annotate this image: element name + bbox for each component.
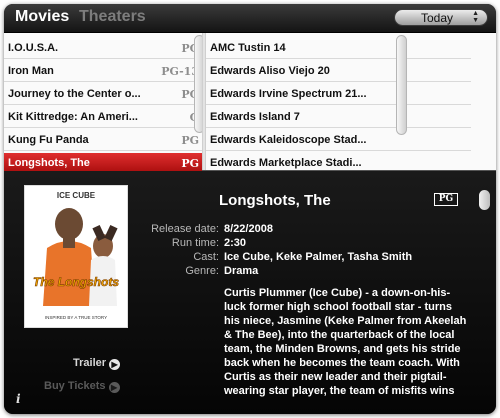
updown-arrows-icon: ▲ ▼	[472, 10, 479, 24]
theaters-tab[interactable]: Theaters	[79, 8, 146, 26]
cast-label: Cast:	[193, 251, 219, 263]
runtime-label: Run time:	[171, 237, 219, 249]
theater-name: AMC Tustin 14	[210, 42, 286, 54]
day-select-value: Today	[421, 11, 454, 25]
theater-list: AMC Tustin 14 Edwards Aliso Viejo 20 Edw…	[206, 33, 471, 174]
movie-synopsis: Curtis Plummer (Ice Cube) - a down-on-hi…	[224, 287, 467, 397]
poster-top-text: ICE CUBE	[57, 191, 96, 200]
movie-detail-panel: ICE CUBE The Longshots INSPIRED BY A TRU…	[4, 171, 496, 414]
poster-tagline: INSPIRED BY A TRUE STORY	[45, 315, 107, 320]
movie-title: Journey to the Center o...	[8, 88, 141, 100]
movie-row[interactable]: Kit Kittredge: An Ameri... G	[4, 107, 202, 128]
cast-value: Ice Cube, Keke Palmer, Tasha Smith	[224, 251, 413, 263]
movie-title: Longshots, The	[8, 157, 90, 169]
info-icon[interactable]: i	[16, 392, 21, 406]
movie-title: Kit Kittredge: An Ameri...	[8, 111, 138, 123]
theater-row[interactable]: Edwards Irvine Spectrum 21...	[206, 84, 471, 105]
theater-list-scrollbar[interactable]	[396, 35, 407, 135]
movie-list: I.O.U.S.A. PG Iron Man PG-13 Journey to …	[4, 33, 202, 174]
movie-row[interactable]: I.O.U.S.A. PG	[4, 38, 202, 59]
movies-tab[interactable]: Movies	[15, 8, 69, 26]
theater-row[interactable]: Edwards Kaleidoscope Stad...	[206, 130, 471, 151]
movie-row[interactable]: Kung Fu Panda PG	[4, 130, 202, 151]
theater-name: Edwards Island 7	[210, 111, 300, 123]
cast-row: Cast: Ice Cube, Keke Palmer, Tasha Smith	[104, 251, 484, 265]
release-date-row: Release date: 8/22/2008	[104, 223, 484, 237]
rating-badge: PG	[434, 193, 458, 206]
title-bar: Movies Theaters Today ▲ ▼	[4, 4, 496, 33]
theater-name: Edwards Aliso Viejo 20	[210, 65, 330, 77]
movie-row[interactable]: Iron Man PG-13	[4, 61, 202, 82]
movie-title: Iron Man	[8, 65, 54, 77]
day-select[interactable]: Today ▲ ▼	[394, 9, 488, 26]
arrow-right-icon: ▶	[109, 359, 121, 370]
arrow-right-icon: ▶	[108, 382, 120, 393]
theater-name: Edwards Marketplace Stadi...	[210, 157, 362, 169]
movie-title: I.O.U.S.A.	[8, 42, 59, 54]
genre-row: Genre: Drama	[104, 265, 484, 279]
theater-row[interactable]: Edwards Aliso Viejo 20	[206, 61, 471, 82]
theater-name: Edwards Irvine Spectrum 21...	[210, 88, 367, 100]
theater-name: Edwards Kaleidoscope Stad...	[210, 134, 367, 146]
trailer-button[interactable]: Trailer ▶	[73, 357, 121, 370]
movie-detail-title: Longshots, The	[219, 192, 331, 209]
buy-tickets-button[interactable]: Buy Tickets ▶	[44, 380, 120, 393]
movie-info: Release date: 8/22/2008 Run time: 2:30 C…	[104, 223, 484, 279]
genre-value: Drama	[224, 265, 259, 277]
movie-rating: PG	[181, 134, 199, 147]
release-date-value: 8/22/2008	[224, 223, 273, 235]
genre-label: Genre:	[185, 265, 219, 277]
release-date-label: Release date:	[151, 223, 219, 235]
movie-row[interactable]: Journey to the Center o... PG	[4, 84, 202, 105]
movies-widget: Movies Theaters Today ▲ ▼ I.O.U.S.A. PG I…	[4, 4, 496, 414]
runtime-value: 2:30	[224, 237, 247, 249]
detail-scrollbar[interactable]	[479, 190, 490, 210]
movie-rating: PG	[181, 157, 199, 170]
theater-row[interactable]: Edwards Island 7	[206, 107, 471, 128]
runtime-row: Run time: 2:30	[104, 237, 484, 251]
lists-area: I.O.U.S.A. PG Iron Man PG-13 Journey to …	[4, 33, 496, 174]
theater-row[interactable]: AMC Tustin 14	[206, 38, 471, 59]
trailer-label: Trailer	[73, 357, 107, 369]
buy-tickets-label: Buy Tickets	[44, 380, 106, 392]
movie-title: Kung Fu Panda	[8, 134, 89, 146]
